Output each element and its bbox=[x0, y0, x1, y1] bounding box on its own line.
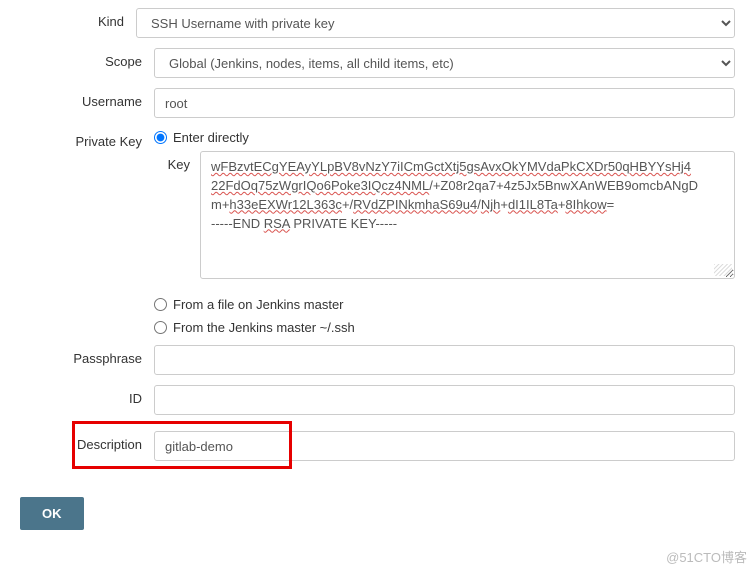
passphrase-input[interactable] bbox=[154, 345, 735, 375]
description-label: Description bbox=[48, 431, 154, 452]
ok-button[interactable]: OK bbox=[20, 497, 84, 530]
key-textarea[interactable]: wFBzvtECgYEAyYLpBV8vNzY7iICmGctXtj5gsAvx… bbox=[200, 151, 735, 279]
username-input[interactable] bbox=[154, 88, 735, 118]
from-file-radio[interactable] bbox=[154, 298, 167, 311]
id-label: ID bbox=[48, 385, 154, 406]
username-label: Username bbox=[64, 88, 154, 109]
kind-label: Kind bbox=[8, 8, 136, 29]
enter-directly-radio[interactable] bbox=[154, 131, 167, 144]
watermark: @51CTO博客 bbox=[666, 547, 747, 566]
enter-directly-label: Enter directly bbox=[173, 130, 249, 145]
private-key-label: Private Key bbox=[64, 128, 154, 149]
from-ssh-radio[interactable] bbox=[154, 321, 167, 334]
resize-handle[interactable] bbox=[714, 264, 732, 276]
from-file-label: From a file on Jenkins master bbox=[173, 297, 344, 312]
scope-select[interactable]: Global (Jenkins, nodes, items, all child… bbox=[154, 48, 735, 78]
description-input[interactable] bbox=[154, 431, 735, 461]
id-input[interactable] bbox=[154, 385, 735, 415]
scope-label: Scope bbox=[84, 48, 154, 69]
kind-select[interactable]: SSH Username with private key bbox=[136, 8, 735, 38]
passphrase-label: Passphrase bbox=[48, 345, 154, 366]
key-label: Key bbox=[154, 151, 200, 172]
from-ssh-label: From the Jenkins master ~/.ssh bbox=[173, 320, 355, 335]
